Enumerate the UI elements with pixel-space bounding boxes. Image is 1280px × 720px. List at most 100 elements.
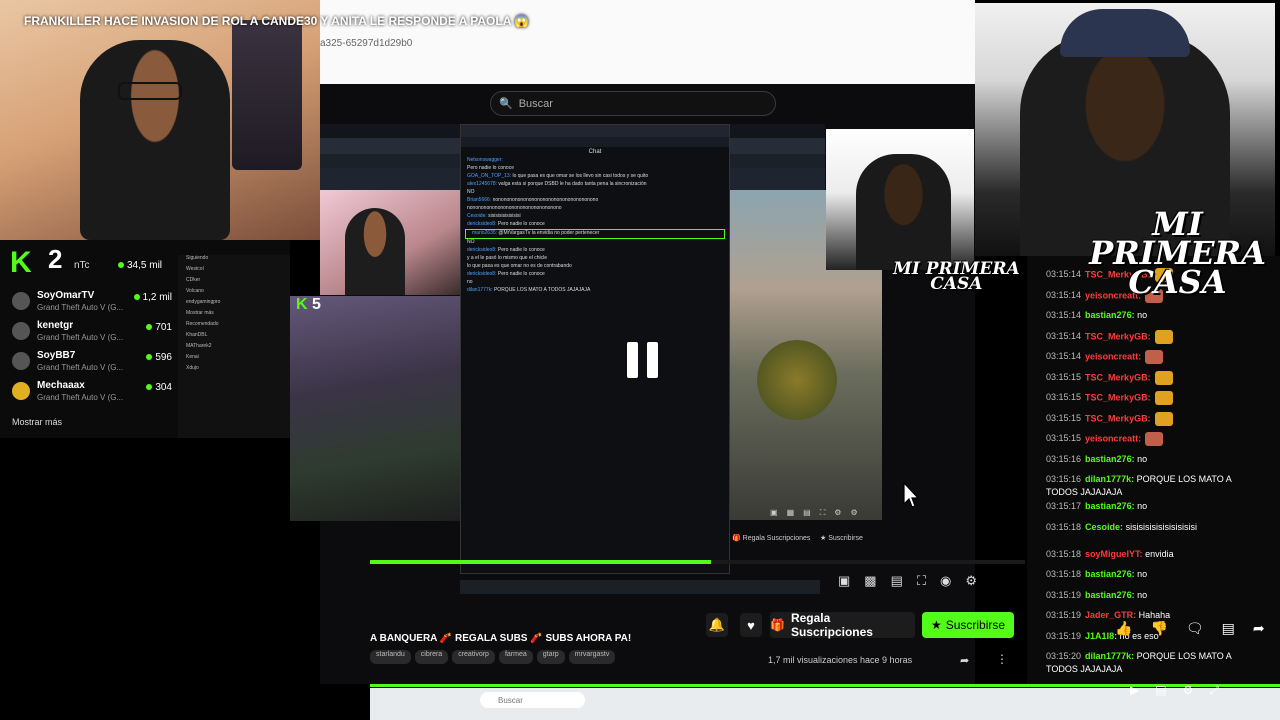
- chat-username[interactable]: yeisoncreatt:: [1085, 351, 1141, 361]
- chat-message: 03:15:18 soyMiguelYT: envidia: [1046, 548, 1246, 561]
- tag[interactable]: starlandu: [370, 650, 411, 664]
- chat-text: nonononononononononononononononononono: [492, 197, 599, 203]
- stream-viewers: 596: [146, 352, 172, 363]
- pause-icon[interactable]: [627, 342, 659, 378]
- stream-item[interactable]: Mechaaax Grand Theft Auto V (G... 304: [12, 380, 172, 408]
- view-count: 1,7 mil visualizaciones hace 9 horas: [768, 655, 913, 665]
- heart-icon[interactable]: ♥: [740, 613, 762, 637]
- like-icon[interactable]: 👍: [1115, 620, 1132, 637]
- comment-icon[interactable]: 🗨: [1186, 620, 1204, 637]
- subscribe-label: Suscribirse: [945, 618, 1006, 632]
- dislike-icon[interactable]: 👎: [1150, 620, 1167, 637]
- chat-username[interactable]: TSC_MerkyGB:: [1085, 413, 1151, 423]
- chat-username[interactable]: yeisoncreatt:: [1085, 433, 1141, 443]
- emote-icon: [1154, 391, 1173, 405]
- chat-username[interactable]: dilan1777k:: [1085, 474, 1134, 484]
- chat-username[interactable]: bastian276:: [1085, 310, 1135, 320]
- chat-username[interactable]: TSC_MerkyGB:: [1085, 331, 1151, 341]
- chat-text: Hahaha: [1136, 610, 1171, 620]
- chat-username: GOA_ON_TOP_13:: [467, 173, 513, 179]
- following-item[interactable]: endygamingpro: [178, 299, 290, 310]
- mini-control-icon[interactable]: ▣: [770, 508, 778, 518]
- mini-control-icon[interactable]: ▤: [803, 508, 811, 518]
- sub-mini-button[interactable]: ★ Suscribirse: [820, 534, 863, 542]
- fullscreen-icon[interactable]: ⛶: [820, 508, 826, 518]
- stream-item[interactable]: kenetgr Grand Theft Auto V (G... 701: [12, 320, 172, 348]
- gear-icon[interactable]: ⚙: [1183, 683, 1194, 698]
- bell-icon[interactable]: 🔔: [706, 613, 728, 637]
- following-more[interactable]: Mostrar más: [178, 310, 290, 321]
- stream-viewers: 1,2 mil: [133, 292, 172, 303]
- show-more-link[interactable]: Mostrar más: [12, 417, 62, 427]
- autoplay-icon[interactable]: ▶: [1130, 683, 1139, 698]
- chat-username[interactable]: J1A1I8:: [1085, 631, 1117, 641]
- tag[interactable]: farmea: [498, 650, 533, 664]
- following-item[interactable]: CDker: [178, 277, 290, 288]
- chat-username[interactable]: Cesoide:: [1085, 522, 1123, 532]
- more-options-icon[interactable]: ⋮: [996, 652, 1008, 666]
- chat-timestamp: 03:15:19: [1046, 610, 1082, 620]
- pause-bar: [647, 342, 658, 378]
- fullscreen-icon[interactable]: ⤢: [1209, 683, 1219, 698]
- recommended-item[interactable]: MATharek2: [178, 343, 290, 354]
- recommended-item[interactable]: Kenai: [178, 354, 290, 365]
- clip-icon[interactable]: ◉: [940, 573, 951, 589]
- tag[interactable]: gtarp: [536, 650, 565, 664]
- stream-progress-bar[interactable]: [370, 560, 1025, 564]
- cap: [1060, 9, 1190, 57]
- chat-line: Nelsonswagger:: [461, 157, 729, 165]
- settings-icon[interactable]: ⚙: [834, 508, 841, 518]
- chat-message: 03:15:14 yeisoncreatt:: [1046, 350, 1246, 364]
- captions-icon[interactable]: ▤: [1155, 683, 1166, 698]
- chat-timestamp: 03:15:14: [1046, 310, 1082, 320]
- chat-text: no: [1134, 569, 1148, 579]
- popup-url: [461, 137, 729, 147]
- chat-line: Pero nadie lo conoce: [461, 165, 729, 173]
- chat-username[interactable]: TSC_MerkyGB:: [1085, 372, 1151, 382]
- recommended-item[interactable]: KhanDBL: [178, 332, 290, 343]
- nested-taskbar: [460, 580, 820, 594]
- tag[interactable]: cibrera: [414, 650, 449, 664]
- chat-icon[interactable]: ▤: [1222, 620, 1235, 637]
- following-item[interactable]: Volcano: [178, 288, 290, 299]
- mini-control-icon[interactable]: ▦: [787, 508, 795, 518]
- glasses: [118, 82, 182, 100]
- following-item[interactable]: Westcol: [178, 266, 290, 277]
- share-icon[interactable]: ➦: [960, 654, 969, 667]
- theater-icon[interactable]: ▩: [864, 573, 876, 589]
- stream-game: Grand Theft Auto V (G...: [37, 393, 124, 402]
- chat-username[interactable]: bastian276:: [1085, 501, 1135, 511]
- chat-text: nonononononononononononononononono: [467, 205, 562, 211]
- gift-label: Regala Suscripciones: [790, 611, 873, 639]
- chat-username[interactable]: bastian276:: [1085, 454, 1135, 464]
- taskbar-search[interactable]: Buscar: [480, 692, 585, 708]
- pip-icon[interactable]: ▣: [838, 573, 850, 589]
- gift-subscriptions-button[interactable]: 🎁 Regala Suscripciones: [770, 611, 915, 639]
- chat-username[interactable]: soyMiguelYT:: [1085, 549, 1143, 559]
- recommended-item[interactable]: Xdujo: [178, 365, 290, 376]
- avatar: [12, 292, 30, 310]
- mi-primera-casa-logo: MI PRIMERA CASA: [1089, 205, 1266, 301]
- tag[interactable]: creativorp: [452, 650, 495, 664]
- share-icon[interactable]: ➦: [1253, 620, 1265, 637]
- chat-username[interactable]: bastian276:: [1085, 569, 1135, 579]
- gear-icon[interactable]: ⚙: [965, 573, 977, 589]
- gear-icon[interactable]: ⚙: [850, 508, 857, 518]
- chat-timestamp: 03:15:16: [1046, 474, 1082, 484]
- chat-username[interactable]: Jader_GTR:: [1085, 610, 1136, 620]
- captions-icon[interactable]: ▤: [891, 573, 903, 589]
- gift-mini-button[interactable]: 🎁 Regala Suscripciones: [732, 534, 810, 542]
- stream-item[interactable]: SoyOmarTV Grand Theft Auto V (G... 1,2 m…: [12, 290, 172, 318]
- search-input[interactable]: 🔍 Buscar: [490, 91, 776, 116]
- background-object: [232, 20, 302, 170]
- chat-username[interactable]: bastian276:: [1085, 590, 1135, 600]
- tag[interactable]: mrvargastv: [568, 650, 616, 664]
- subscribe-button[interactable]: ★ Suscribirse: [922, 612, 1014, 638]
- stream-item[interactable]: SoyBB7 Grand Theft Auto V (G... 596: [12, 350, 172, 378]
- chat-username[interactable]: TSC_MerkyGB:: [1085, 392, 1151, 402]
- chat-username[interactable]: dilan1777k:: [1085, 651, 1134, 661]
- tree-graphic: [757, 340, 837, 420]
- youtube-player-controls: ▶ ▤ ⚙ ⤢: [1130, 683, 1219, 698]
- fullscreen-icon[interactable]: ⛶: [917, 573, 926, 589]
- emote-icon: [1145, 350, 1164, 364]
